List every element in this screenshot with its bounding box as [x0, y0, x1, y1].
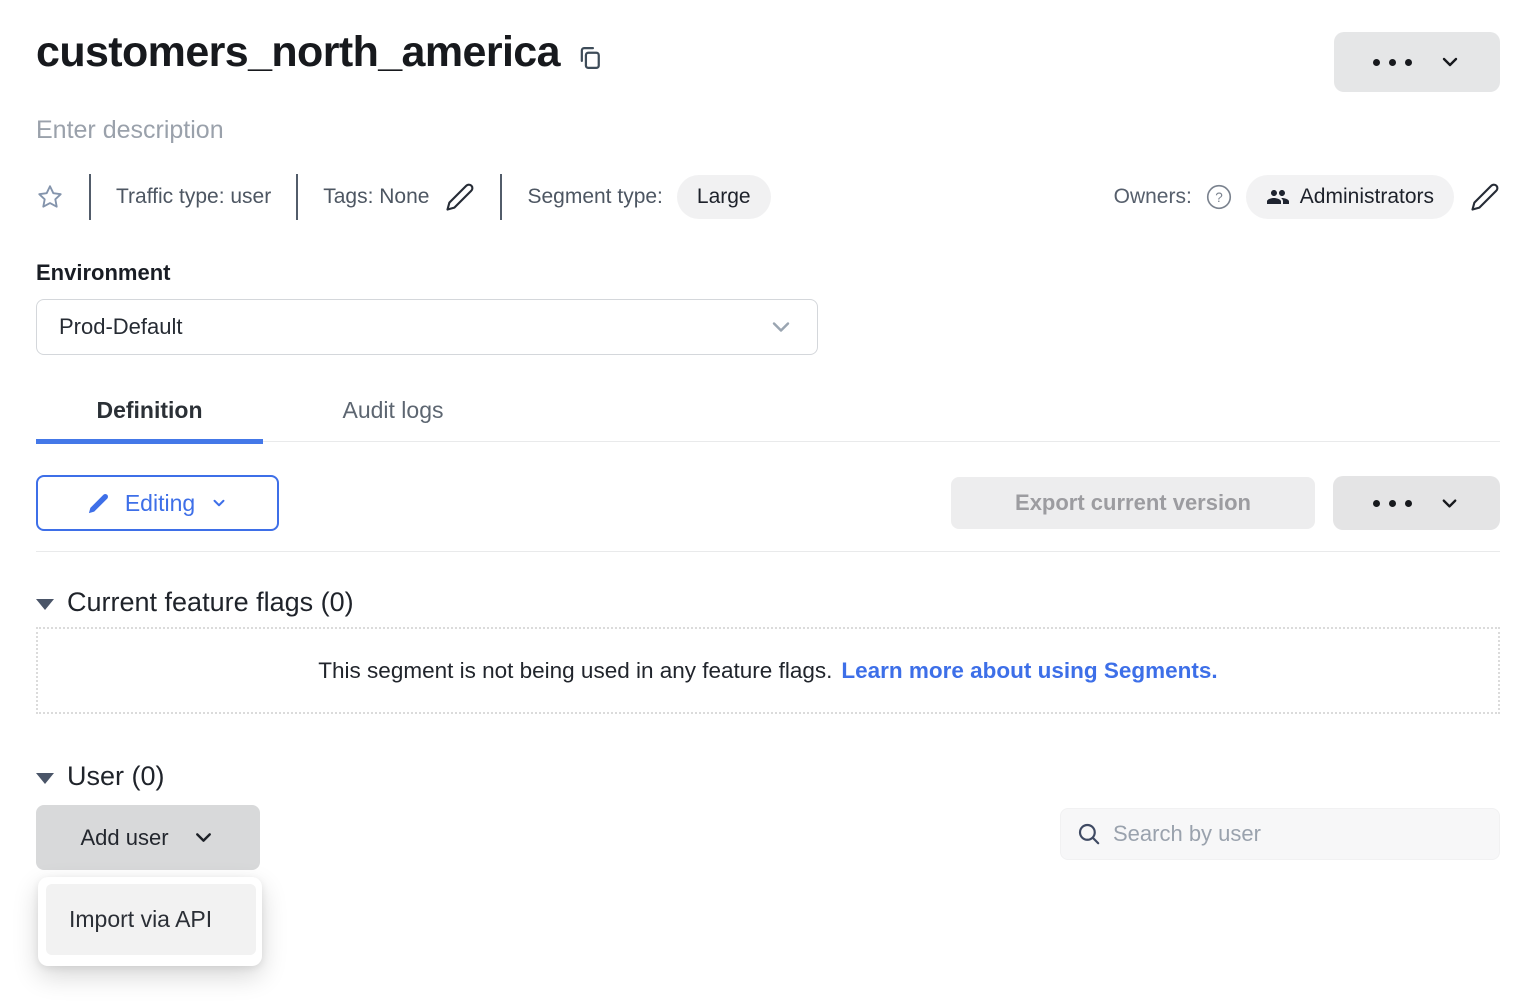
chevron-down-icon [1438, 50, 1462, 74]
feature-flags-empty-state: This segment is not being used in any fe… [36, 627, 1500, 714]
svg-text:?: ? [1215, 190, 1223, 205]
divider [500, 174, 502, 220]
segment-detail-page: customers_north_america Enter descriptio… [0, 0, 1536, 870]
learn-more-link[interactable]: Learn more about using Segments. [841, 658, 1217, 684]
help-circle-icon[interactable]: ? [1206, 184, 1232, 210]
user-section-header[interactable]: User (0) [36, 761, 1500, 792]
environment-section: Environment Prod-Default [36, 260, 1500, 355]
people-icon [1266, 185, 1290, 209]
meta-row: Traffic type: user Tags: None Segment ty… [36, 174, 1500, 220]
environment-select[interactable]: Prod-Default [36, 299, 818, 355]
caret-down-icon [36, 773, 54, 784]
tab-audit-logs[interactable]: Audit logs [263, 397, 523, 441]
owners-label: Owners: [1114, 185, 1192, 209]
caret-down-icon [36, 599, 54, 610]
definition-more-actions-button[interactable] [1333, 476, 1500, 530]
edit-owners-pencil-icon[interactable] [1470, 182, 1500, 212]
add-user-button[interactable]: Add user [36, 805, 260, 870]
menu-item-import-via-api[interactable]: Import via API [46, 884, 256, 955]
page-title: customers_north_america [36, 28, 560, 77]
star-icon[interactable] [36, 183, 64, 211]
add-user-dropdown: Add user Import via API [36, 805, 260, 870]
environment-selected-value: Prod-Default [59, 314, 183, 340]
export-current-version-button[interactable]: Export current version [951, 477, 1315, 529]
segment-type-label: Segment type: [527, 185, 662, 209]
segment-type-badge: Large [677, 175, 771, 219]
feature-flags-section-header[interactable]: Current feature flags (0) [36, 587, 1500, 618]
ellipsis-icon [1373, 59, 1412, 66]
tab-bar: Definition Audit logs [36, 397, 1500, 442]
chevron-down-icon [1438, 492, 1461, 515]
traffic-type-label: Traffic type: user [116, 185, 271, 209]
add-user-menu: Import via API [38, 877, 262, 966]
search-by-user-input[interactable] [1111, 820, 1484, 848]
copy-icon[interactable] [576, 44, 604, 72]
edit-tags-pencil-icon[interactable] [445, 182, 475, 212]
empty-state-text: This segment is not being used in any fe… [318, 658, 832, 684]
user-search [1060, 808, 1500, 860]
owners-badge-label: Administrators [1300, 185, 1434, 209]
user-controls-row: Add user Import via API [36, 805, 1500, 870]
feature-flags-section-title: Current feature flags (0) [67, 587, 354, 618]
owners-group: Owners: ? Administrators [1114, 175, 1500, 219]
add-user-button-label: Add user [80, 825, 168, 851]
editing-status-label: Editing [125, 490, 195, 517]
owners-badge[interactable]: Administrators [1246, 175, 1454, 219]
divider [296, 174, 298, 220]
pencil-icon [87, 492, 110, 515]
tags-label: Tags: None [323, 185, 429, 209]
tab-definition[interactable]: Definition [36, 397, 263, 441]
chevron-down-icon [191, 825, 216, 850]
chevron-down-icon [767, 313, 795, 341]
chevron-down-icon [210, 494, 228, 512]
divider [36, 551, 1500, 552]
header-more-actions-button[interactable] [1334, 32, 1500, 92]
description-placeholder[interactable]: Enter description [36, 116, 1500, 145]
ellipsis-icon [1373, 500, 1412, 507]
environment-label: Environment [36, 260, 1500, 286]
user-section-title: User (0) [67, 761, 165, 792]
divider [89, 174, 91, 220]
search-icon [1076, 821, 1102, 847]
definition-toolbar: Editing Export current version [36, 475, 1500, 531]
title-row: customers_north_america [36, 0, 1500, 92]
editing-status-button[interactable]: Editing [36, 475, 279, 531]
